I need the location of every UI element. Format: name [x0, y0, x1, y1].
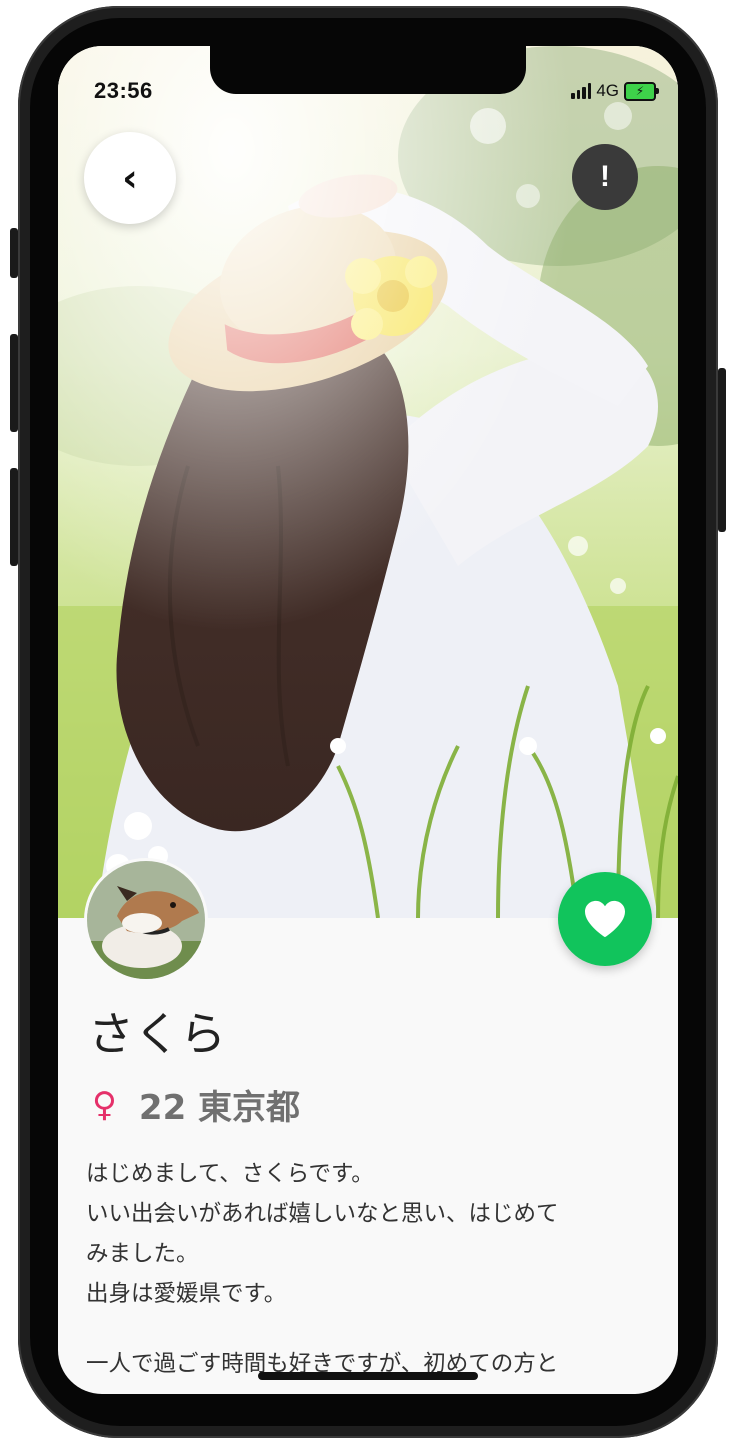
female-icon: ♀	[92, 1084, 117, 1125]
profile-meta: ♀ 22 東京都	[92, 1080, 300, 1129]
signal-bars-icon	[571, 83, 592, 99]
heart-icon	[585, 900, 625, 938]
profile-name: さくら	[88, 1007, 226, 1061]
exclamation-icon: !	[600, 160, 610, 193]
profile-screen: 23:56 4G ⚡ ‹ ! さくら ♀ 22 東京都 はじめまして、さくらです…	[58, 46, 678, 1394]
chevron-left-icon: ‹	[122, 156, 138, 200]
notch	[210, 46, 526, 94]
status-time: 23:56	[94, 78, 153, 103]
age-location: 22 東京都	[138, 1088, 301, 1128]
back-button[interactable]: ‹	[84, 132, 176, 224]
bio-paragraph-gap	[86, 1314, 656, 1344]
side-button-volume-up	[10, 334, 18, 432]
bio-line: 出身は愛媛県です。	[86, 1281, 287, 1307]
battery-charging-icon: ⚡	[624, 81, 659, 101]
side-button-power	[718, 368, 726, 532]
profile-bio: はじめまして、さくらです。 いい出会いがあれば嬉しいなと思い、はじめて みました…	[86, 1154, 656, 1384]
network-type: 4G	[596, 81, 619, 100]
home-indicator[interactable]	[258, 1372, 478, 1380]
report-button[interactable]: !	[572, 144, 638, 210]
bio-line: いい出会いがあれば嬉しいなと思い、はじめて	[86, 1201, 559, 1227]
status-indicators: 4G ⚡	[571, 80, 659, 102]
like-button[interactable]	[558, 872, 652, 966]
side-button-mute	[10, 228, 18, 278]
side-button-volume-down	[10, 468, 18, 566]
avatar[interactable]	[84, 858, 208, 982]
bio-line: みました。	[86, 1241, 199, 1267]
bio-line: はじめまして、さくらです。	[86, 1161, 374, 1187]
